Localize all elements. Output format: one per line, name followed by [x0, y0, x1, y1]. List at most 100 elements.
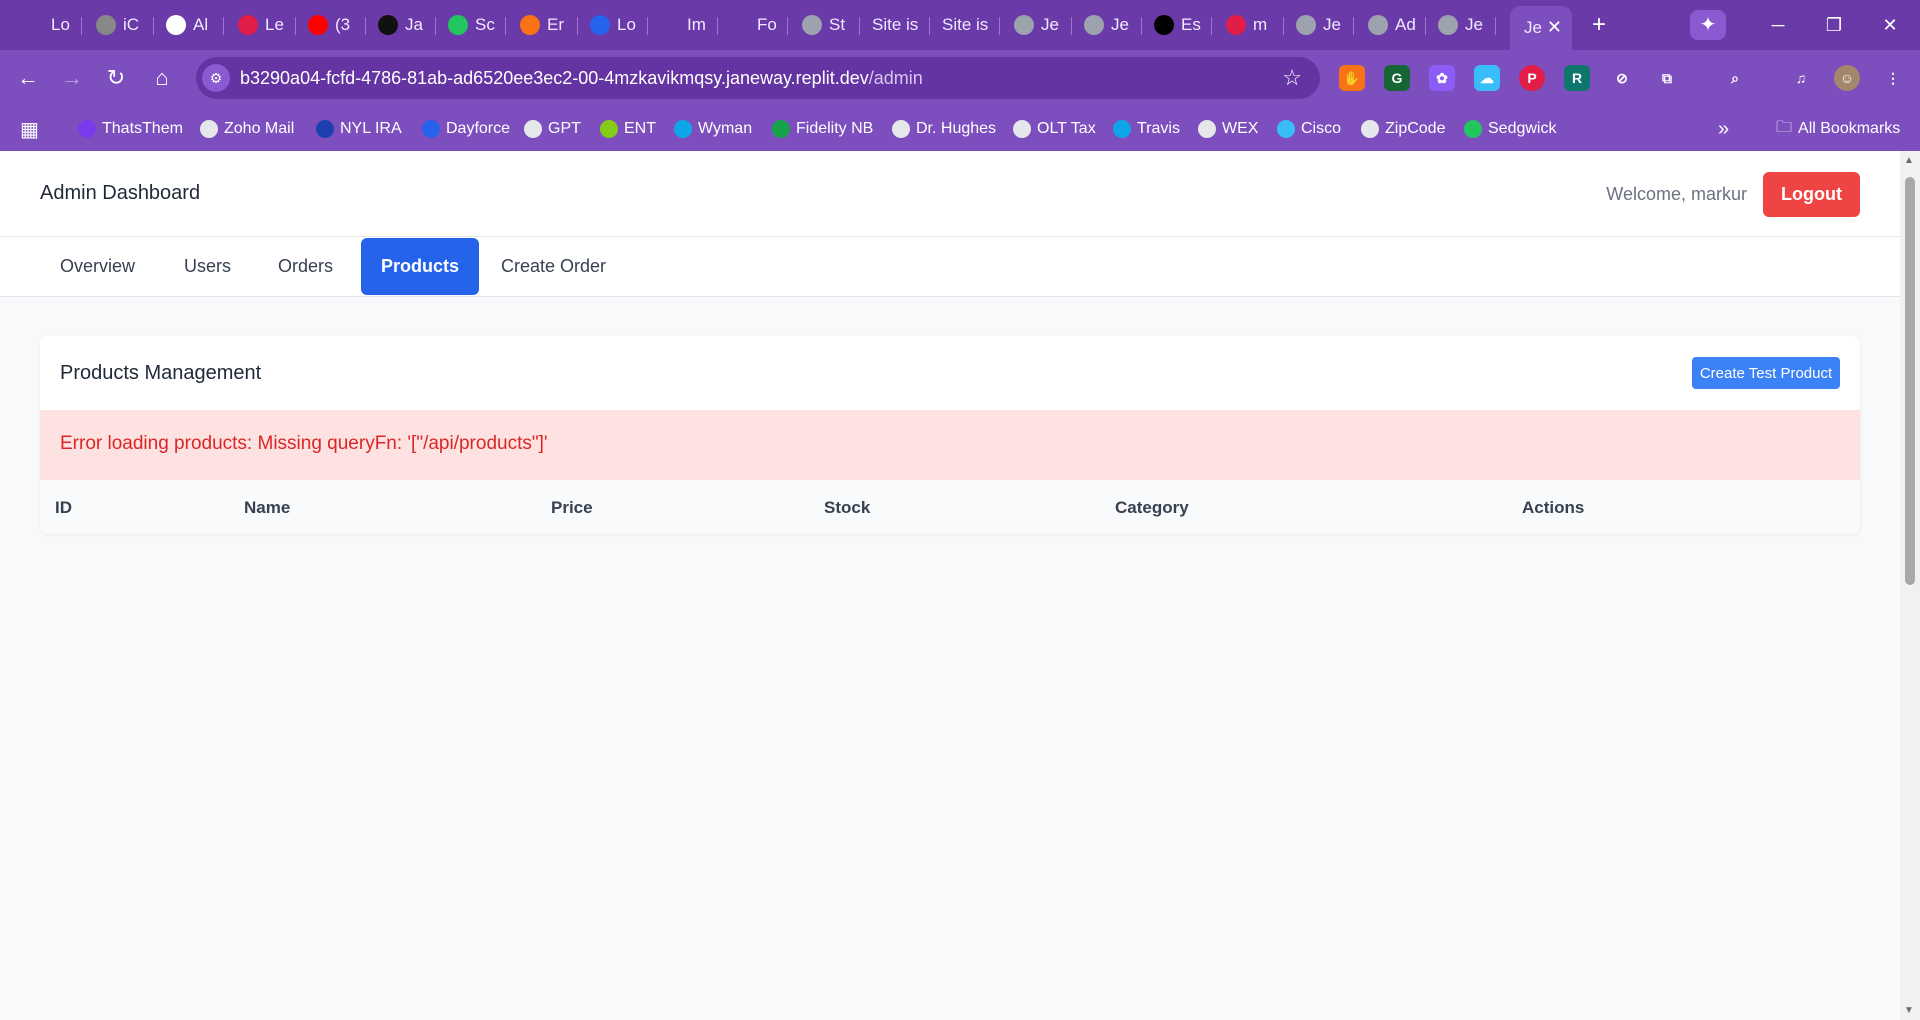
browser-tab-title: Je	[1111, 15, 1129, 34]
bookmark-label: WEX	[1222, 120, 1259, 137]
tab-separator	[787, 17, 788, 35]
gemini-icon[interactable]: ✦	[1690, 10, 1726, 40]
tab-separator	[81, 17, 82, 35]
url-host: b3290a04-fcfd-4786-81ab-ad6520ee3ec2-00-…	[240, 67, 869, 88]
bookmark-item[interactable]: NYL IRA	[316, 116, 402, 142]
home-icon[interactable]: ⌂	[146, 62, 178, 94]
bookmark-star-icon[interactable]: ☆	[1282, 65, 1302, 91]
scroll-thumb[interactable]	[1905, 177, 1915, 585]
browser-tab[interactable]: Fo	[718, 8, 788, 42]
bookmark-item[interactable]: ZipCode	[1361, 116, 1445, 142]
browser-tab[interactable]: Al	[154, 8, 224, 42]
tab-products[interactable]: Products	[361, 238, 480, 295]
browser-tab[interactable]: m	[1214, 8, 1284, 42]
browser-tab[interactable]: Er	[508, 8, 578, 42]
extension-green-icon[interactable]: G	[1384, 65, 1410, 91]
browser-tab-active[interactable]: Je ✕	[1510, 6, 1572, 50]
globe-icon	[1296, 15, 1316, 35]
bookmark-label: Fidelity NB	[796, 120, 874, 137]
browser-tab-title: iC	[123, 15, 140, 34]
globe-icon	[802, 15, 822, 35]
bookmark-item[interactable]: Cisco	[1277, 116, 1341, 142]
openai-icon	[524, 120, 542, 138]
scroll-down-icon[interactable]: ▼	[1904, 1005, 1914, 1016]
bookmark-item[interactable]: ThatsThem	[78, 116, 183, 142]
tab-users[interactable]: Users	[164, 238, 251, 295]
bookmark-item[interactable]: GPT	[524, 116, 581, 142]
browser-tab[interactable]: Je	[1002, 8, 1072, 42]
error-message: Error loading products: Missing queryFn:…	[60, 433, 548, 454]
tab-overview[interactable]: Overview	[40, 238, 155, 295]
browser-tab-title: Es	[1181, 15, 1201, 34]
browser-tab[interactable]: Ja	[366, 8, 436, 42]
forward-icon[interactable]: →	[56, 62, 88, 94]
logout-button[interactable]: Logout	[1763, 172, 1860, 217]
browser-tab[interactable]: Je	[1284, 8, 1354, 42]
page-content: Admin Dashboard Welcome, markur Logout O…	[0, 151, 1900, 1020]
pinterest-icon[interactable]: P	[1519, 65, 1545, 91]
cisco-icon	[1277, 120, 1295, 138]
extension-cloud-icon[interactable]: ☁	[1474, 65, 1500, 91]
browser-tab[interactable]: iC	[84, 8, 154, 42]
extension-gear-icon[interactable]: ✿	[1429, 65, 1455, 91]
media-control-icon[interactable]: ♫	[1788, 65, 1814, 91]
scroll-up-icon[interactable]: ▲	[1904, 155, 1914, 166]
browser-tab-title: Al	[193, 15, 209, 34]
extension-r-icon[interactable]: R	[1564, 65, 1590, 91]
browser-tab[interactable]: Site is	[930, 8, 1000, 42]
tab-orders[interactable]: Orders	[258, 238, 353, 295]
dot-icon	[660, 15, 680, 35]
browser-tab-title: Site is	[872, 15, 919, 34]
browser-tab[interactable]: Le	[226, 8, 296, 42]
bookmark-item[interactable]: Fidelity NB	[772, 116, 873, 142]
mc-icon	[1154, 15, 1174, 35]
bookmark-item[interactable]: Wyman	[674, 116, 752, 142]
bookmark-item[interactable]: Travis	[1113, 116, 1180, 142]
bookmark-item[interactable]: Dr. Hughes	[892, 116, 996, 142]
bookmark-item[interactable]: OLT Tax	[1013, 116, 1096, 142]
browser-tab[interactable]: Sc	[436, 8, 506, 42]
tab-create-order[interactable]: Create Order	[481, 238, 626, 295]
all-bookmarks-folder[interactable]: 🗀 All Bookmarks	[1776, 116, 1900, 142]
apps-grid-icon[interactable]: ▦	[20, 116, 39, 142]
browser-tab[interactable]: (3	[296, 8, 366, 42]
browser-tab[interactable]: Lo	[12, 8, 82, 42]
close-window-icon[interactable]: ✕	[1870, 10, 1910, 40]
create-test-product-button[interactable]: Create Test Product	[1692, 357, 1840, 389]
bookmark-item[interactable]: WEX	[1198, 116, 1258, 142]
restore-icon[interactable]: ❐	[1814, 10, 1854, 40]
bookmark-label: Zoho Mail	[224, 120, 295, 137]
menu-icon[interactable]: ⋮	[1880, 65, 1906, 91]
page-scrollbar[interactable]: ▲ ▼	[1900, 151, 1920, 1020]
profile-avatar[interactable]: ☺	[1834, 65, 1860, 91]
browser-tab[interactable]: Je	[1072, 8, 1142, 42]
search-tabs-icon[interactable]: ⌕	[1722, 65, 1748, 91]
extensions-puzzle-icon[interactable]: ⧉	[1654, 65, 1680, 91]
close-tab-icon[interactable]: ✕	[1547, 17, 1562, 38]
address-bar[interactable]: ⚙ b3290a04-fcfd-4786-81ab-ad6520ee3ec2-0…	[196, 57, 1320, 99]
browser-tab[interactable]: Lo	[578, 8, 648, 42]
back-icon[interactable]: ←	[12, 62, 44, 94]
doc-icon	[892, 120, 910, 138]
minimize-icon[interactable]: ─	[1758, 10, 1798, 40]
browser-tab[interactable]: Im	[648, 8, 718, 42]
app-header: Admin Dashboard Welcome, markur Logout	[0, 151, 1900, 237]
bookmark-item[interactable]: Sedgwick	[1464, 116, 1556, 142]
browser-tab[interactable]: Es	[1142, 8, 1212, 42]
extension-slash-icon[interactable]: ⊘	[1609, 65, 1635, 91]
bookmark-item[interactable]: Zoho Mail	[200, 116, 294, 142]
browser-tab[interactable]: Je	[1426, 8, 1496, 42]
browser-tab[interactable]: Site is	[860, 8, 930, 42]
browser-tab[interactable]: Ad	[1356, 8, 1426, 42]
all-bookmarks-label: All Bookmarks	[1798, 120, 1901, 137]
site-info-icon[interactable]: ⚙	[202, 64, 230, 92]
extension-fox-icon[interactable]: ✋	[1339, 65, 1365, 91]
youtube-icon	[308, 15, 328, 35]
more-bookmarks-icon[interactable]: »	[1718, 116, 1729, 142]
new-tab-button[interactable]: +	[1584, 10, 1614, 40]
bookmark-item[interactable]: Dayforce	[422, 116, 510, 142]
reload-icon[interactable]: ↻	[100, 62, 132, 94]
browser-tab-title: Er	[547, 15, 564, 34]
browser-tab[interactable]: St	[790, 8, 860, 42]
bookmark-item[interactable]: ENT	[600, 116, 656, 142]
